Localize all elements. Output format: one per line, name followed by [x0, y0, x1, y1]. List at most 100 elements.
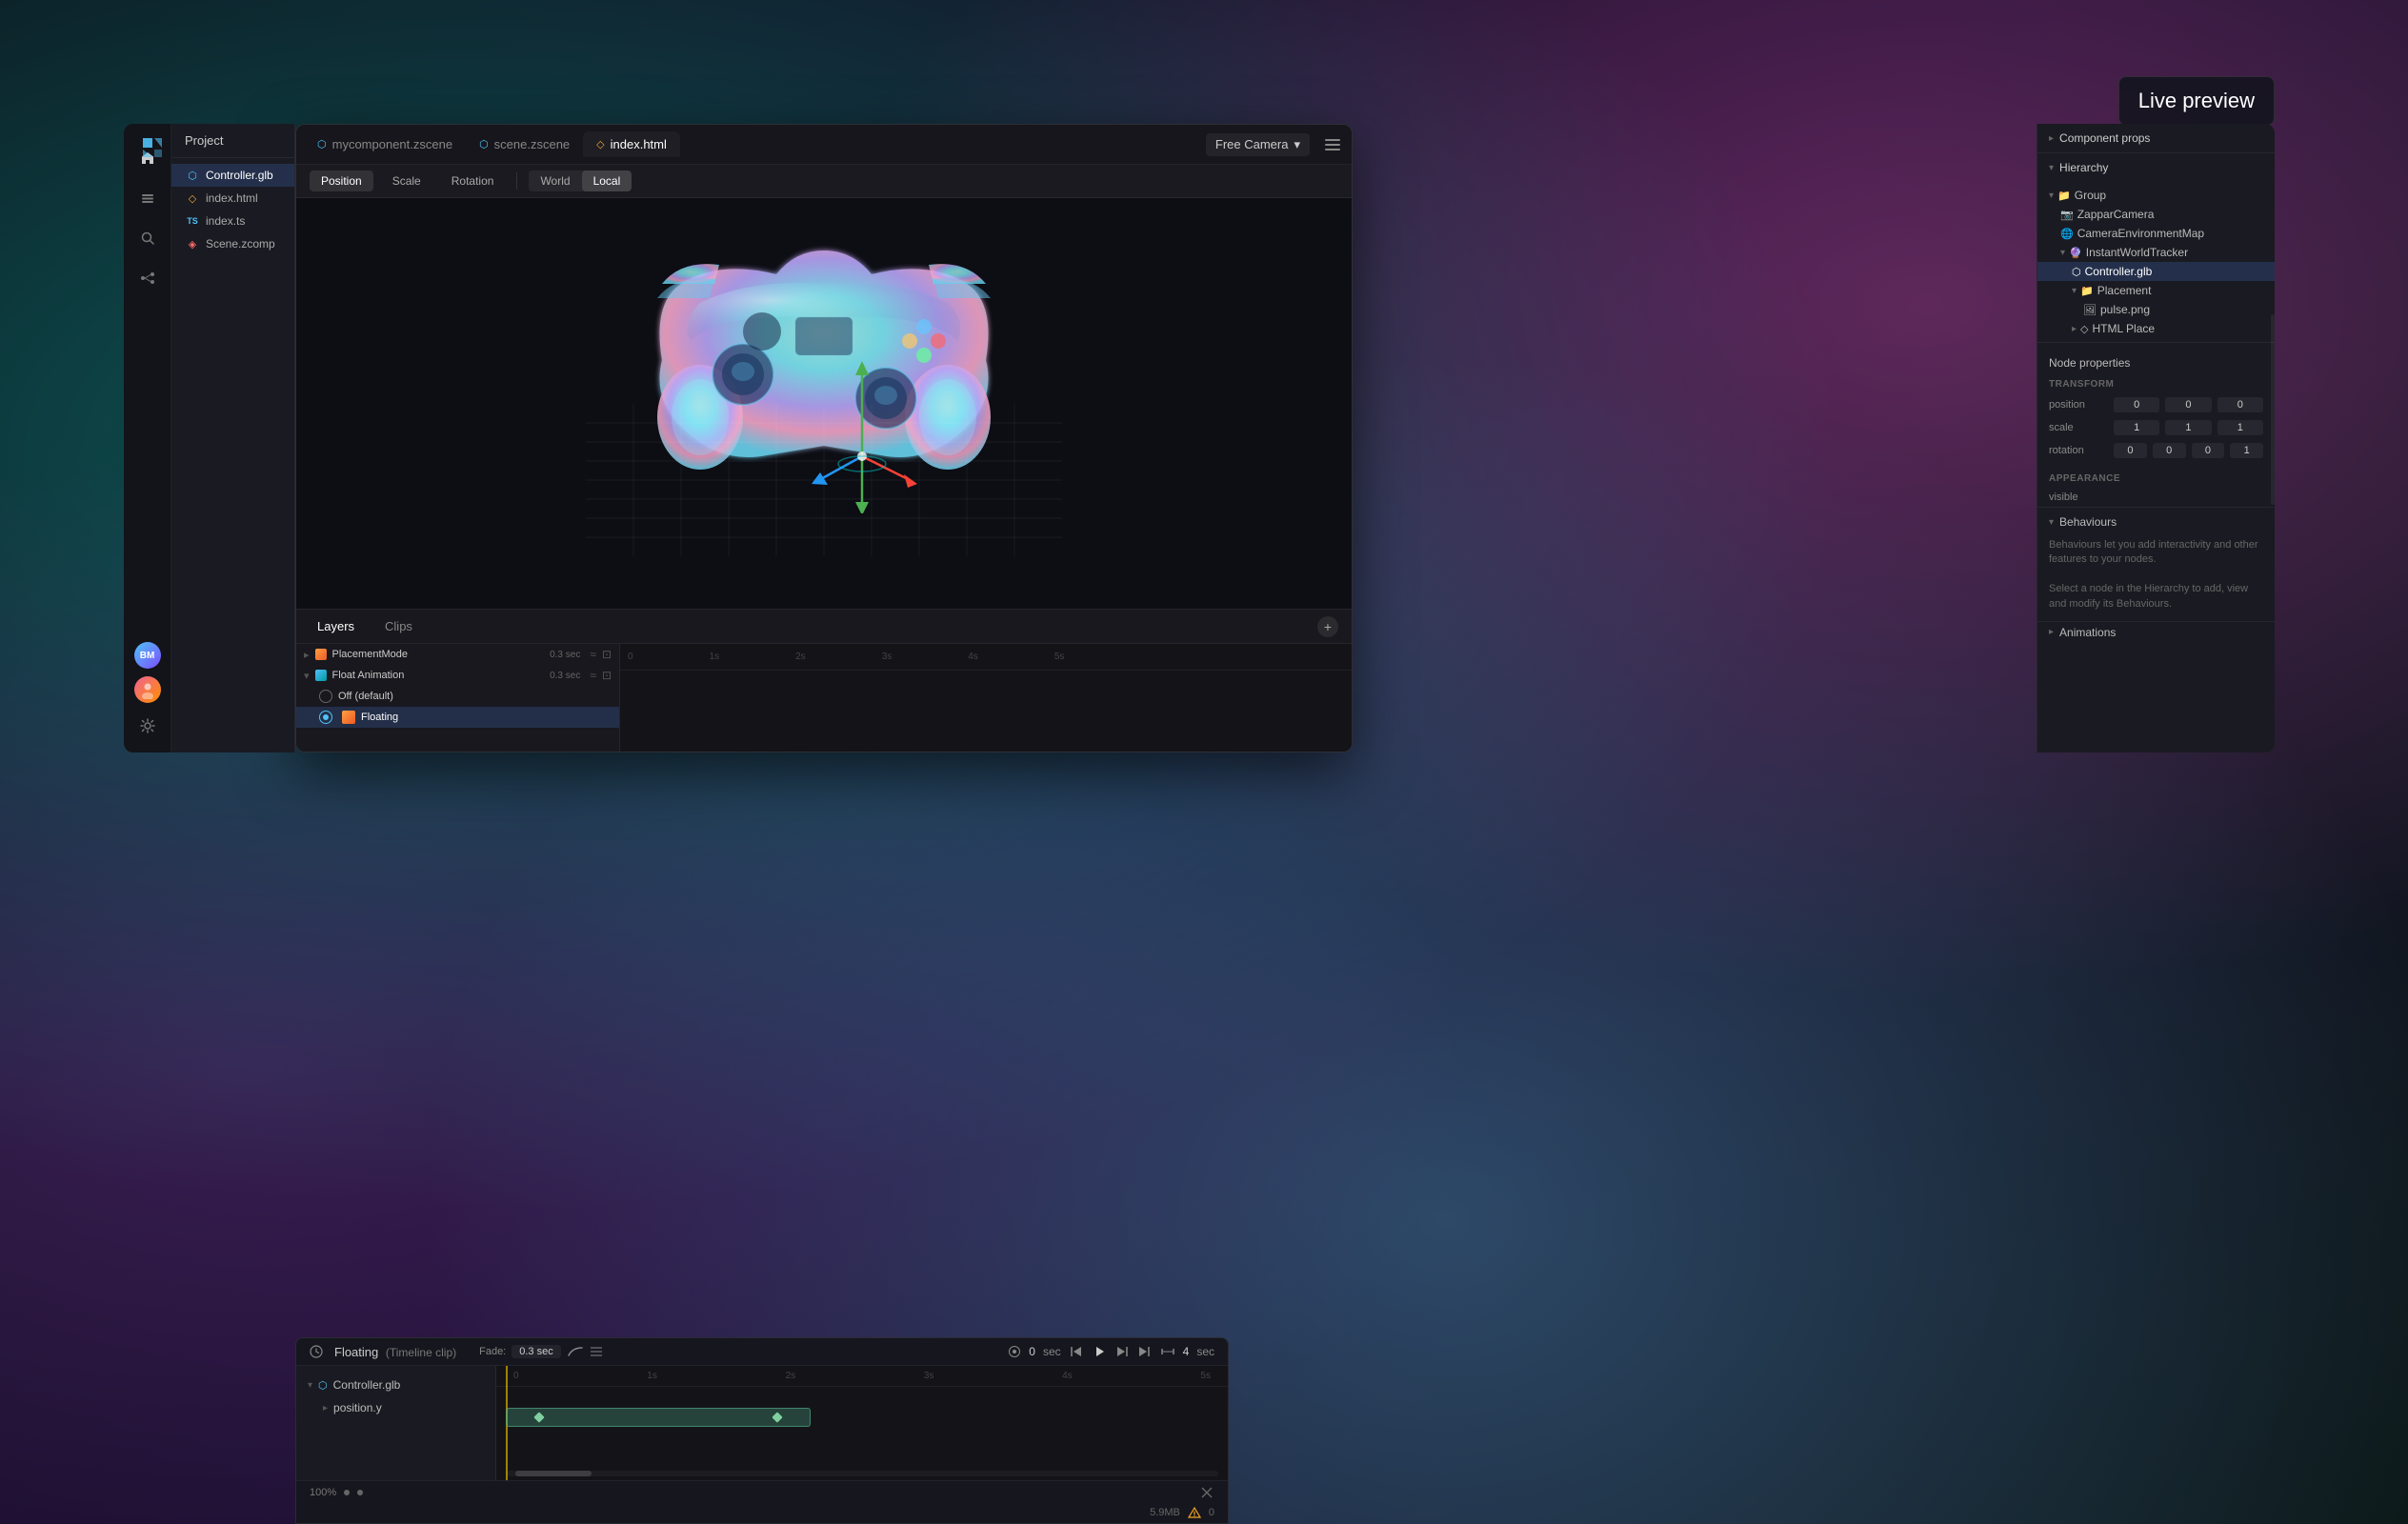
tree-item-placement[interactable]: ▾ 📁 Placement [2037, 281, 2275, 300]
rot-z[interactable]: 0 [2192, 443, 2225, 458]
tracker-icon: 🔮 [2069, 247, 2082, 259]
clip-tree-controller[interactable]: ▾ ⬡ Controller.glb [296, 1374, 495, 1396]
clip-footer: 100% [296, 1480, 1228, 1504]
file-item-controller[interactable]: ⬡ Controller.glb [171, 164, 295, 187]
skip-end-btn[interactable] [1137, 1344, 1153, 1359]
layers-tab[interactable]: Layers [310, 615, 362, 637]
nav-settings-btn[interactable] [132, 711, 163, 741]
clip-ruler: 0 1s 2s 3s 4s 5s [496, 1366, 1228, 1387]
clip-tree-label-pos: position.y [333, 1401, 382, 1414]
fade-curve-icon [567, 1346, 584, 1357]
pos-y-track-bar[interactable] [506, 1408, 811, 1427]
rot-w[interactable]: 1 [2230, 443, 2263, 458]
pos-y[interactable]: 0 [2165, 397, 2211, 412]
pulse-label: pulse.png [2100, 303, 2150, 316]
step-forward-btn[interactable] [1114, 1344, 1130, 1359]
controller-icon-tree: ⬡ [2072, 266, 2081, 278]
pulse-icon: 🖼 [2083, 304, 2097, 316]
rotation-row: rotation 0 0 0 1 [2037, 439, 2275, 462]
nav-graph-btn[interactable] [132, 263, 163, 293]
clip-tree-position[interactable]: ▸ position.y [296, 1396, 495, 1419]
layer-time-placement: 0.3 sec [550, 650, 580, 660]
skip-start-btn[interactable] [1069, 1344, 1084, 1359]
htmlplace-chevron: ▸ [2072, 324, 2077, 334]
tracker-chevron: ▾ [2060, 248, 2065, 258]
animations-chevron: ▸ [2049, 627, 2054, 637]
zoom-dot-right[interactable] [357, 1490, 363, 1495]
zoom-dot-left[interactable] [344, 1490, 350, 1495]
nav-search-btn[interactable] [132, 223, 163, 253]
panel-tabs-header: Layers Clips + [296, 610, 1352, 644]
component-props-section: ▸ Component props [2037, 124, 2275, 153]
user-avatar-1[interactable]: BM [134, 642, 161, 669]
fade-control: Fade: 0.3 sec [479, 1345, 603, 1358]
animations-header[interactable]: ▸ Animations [2049, 626, 2263, 639]
component-props-header[interactable]: ▸ Component props [2037, 124, 2275, 152]
radio-floating[interactable] [319, 711, 332, 724]
add-layer-btn[interactable]: + [1317, 616, 1338, 637]
stretch-icon [1160, 1344, 1175, 1359]
local-btn[interactable]: Local [582, 170, 632, 191]
file-item-ts[interactable]: TS index.ts [171, 210, 295, 232]
position-row: position 0 0 0 [2037, 393, 2275, 416]
timeline-track-area: 0 1s 2s 3s 4s 5s [620, 644, 1352, 752]
zoom-value: 100% [310, 1487, 336, 1498]
tree-item-pulse[interactable]: 🖼 pulse.png [2037, 300, 2275, 319]
tree-item-group[interactable]: ▾ 📁 Group [2037, 186, 2275, 205]
placement-label: Placement [2097, 284, 2152, 297]
htmlplace-label: HTML Place [2093, 322, 2156, 335]
scale-x[interactable]: 1 [2114, 420, 2159, 435]
pos-x[interactable]: 0 [2114, 397, 2159, 412]
timeline-content: ▸ PlacementMode 0.3 sec ≈ ⊡ ▾ Float Anim… [296, 644, 1352, 752]
tree-item-htmlplace[interactable]: ▸ ◇ HTML Place [2037, 319, 2275, 338]
tab-mycomponent[interactable]: ⬡ mycomponent.zscene [304, 131, 466, 157]
rot-y[interactable]: 0 [2153, 443, 2186, 458]
tab-html[interactable]: ◇ index.html [583, 131, 680, 157]
close-clip-btn[interactable] [1199, 1485, 1214, 1500]
radio-off[interactable] [319, 690, 332, 703]
scale-y[interactable]: 1 [2165, 420, 2211, 435]
tree-item-controller[interactable]: ⬡ Controller.glb [2037, 262, 2275, 281]
tab-icon-comp: ⬡ [317, 138, 327, 150]
fade-value[interactable]: 0.3 sec [512, 1345, 560, 1358]
rotation-btn[interactable]: Rotation [440, 170, 506, 191]
memory-bar: 5.9MB 0 [296, 1504, 1228, 1523]
rotation-values: 0 0 0 1 [2114, 443, 2263, 458]
file-item-zcomp[interactable]: ◈ Scene.zcomp [171, 232, 295, 255]
nav-layers-btn[interactable] [132, 183, 163, 213]
tab-scene[interactable]: ⬡ scene.zscene [466, 131, 583, 157]
camera-selector[interactable]: Free Camera ▾ [1206, 133, 1310, 156]
position-btn[interactable]: Position [310, 170, 373, 191]
tab-label-html: index.html [611, 137, 667, 151]
hierarchy-header[interactable]: ▾ Hierarchy [2037, 153, 2275, 182]
scale-z[interactable]: 1 [2217, 420, 2263, 435]
layer-label-placement: PlacementMode [332, 649, 545, 660]
hamburger-menu[interactable] [1321, 135, 1344, 154]
user-avatar-2[interactable] [134, 676, 161, 703]
warning-count: 0 [1209, 1507, 1214, 1518]
camera-label: ZapparCamera [2077, 208, 2155, 221]
ruler-marks: 0 1s 2s 3s 4s 5s [628, 652, 1064, 662]
tree-item-tracker[interactable]: ▾ 🔮 InstantWorldTracker [2037, 243, 2275, 262]
tree-item-camera[interactable]: 📷 ZapparCamera [2037, 205, 2275, 224]
file-icon-zcomp: ◈ [185, 238, 200, 251]
left-sidebar: BM Project ⬡ Controller.glb [124, 124, 295, 752]
layer-label-float: Float Animation [332, 670, 545, 681]
play-btn[interactable] [1092, 1344, 1107, 1359]
tree-item-envmap[interactable]: 🌐 CameraEnvironmentMap [2037, 224, 2275, 243]
live-preview-panel: Live preview [2118, 76, 2275, 126]
world-btn[interactable]: World [529, 170, 581, 191]
timeline-scrollbar-thumb[interactable] [515, 1471, 592, 1476]
floating-clip-panel: Floating (Timeline clip) Fade: 0.3 sec [295, 1337, 1229, 1524]
file-icon-glb: ⬡ [185, 170, 200, 182]
rot-x[interactable]: 0 [2114, 443, 2147, 458]
behaviours-header[interactable]: ▾ Behaviours [2049, 511, 2263, 532]
clip-timeline-track: 0 1s 2s 3s 4s 5s [496, 1366, 1228, 1480]
file-item-html[interactable]: ◇ index.html [171, 187, 295, 210]
clips-tab[interactable]: Clips [377, 615, 420, 637]
zoom-controls: 100% [310, 1487, 363, 1498]
scale-btn[interactable]: Scale [381, 170, 432, 191]
end-time-unit: sec [1196, 1345, 1214, 1358]
hierarchy-tree: ▾ 📁 Group 📷 ZapparCamera 🌐 CameraEnviron… [2037, 182, 2275, 342]
pos-z[interactable]: 0 [2217, 397, 2263, 412]
